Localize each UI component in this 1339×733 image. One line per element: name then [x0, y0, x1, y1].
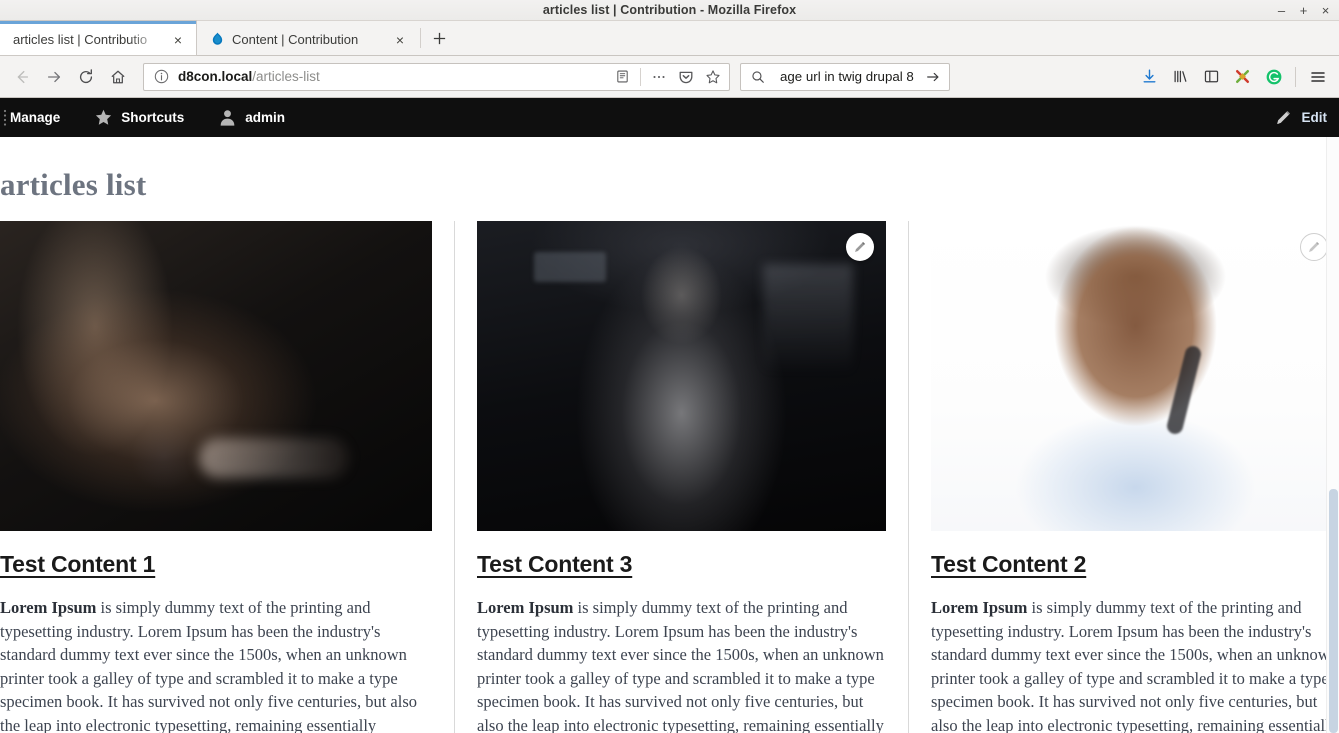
user-icon	[216, 107, 238, 129]
window-controls: – + ×	[1276, 0, 1331, 21]
contextual-edit-button[interactable]	[846, 233, 874, 261]
toolbar-divider	[1295, 66, 1296, 87]
reader-mode-icon[interactable]	[610, 65, 635, 89]
tab-close-icon[interactable]: ×	[390, 30, 410, 50]
admin-toolbar-label: Manage	[10, 110, 61, 125]
sidebar-icon[interactable]	[1197, 63, 1226, 91]
home-icon	[111, 70, 125, 83]
home-button[interactable]	[103, 62, 133, 92]
url-text[interactable]: d8con.local/articles-list	[178, 69, 610, 84]
ellipsis-icon[interactable]	[646, 65, 671, 89]
admin-toolbar-label: admin	[245, 110, 286, 125]
library-icon[interactable]	[1166, 63, 1195, 91]
download-arrow-icon[interactable]	[1135, 63, 1164, 91]
browser-tabstrip: articles list | Contributio × Content | …	[0, 21, 1339, 56]
browser-tab-content[interactable]: Content | Contribution ×	[196, 21, 418, 55]
hamburger-menu-icon[interactable]	[1303, 63, 1332, 91]
article-title-link[interactable]: Test Content 2	[931, 551, 1086, 578]
url-host: d8con.local	[178, 69, 253, 84]
browser-toolbar-actions	[1135, 63, 1332, 91]
tab-divider	[420, 28, 421, 48]
tab-label: Content | Contribution	[232, 32, 359, 47]
page-title: articles list	[0, 167, 147, 202]
article-card: Test Content 2 Lorem Ipsum is simply dum…	[908, 221, 1339, 733]
woman-headset-call-center-photo	[931, 221, 1339, 531]
article-body-text: is simply dummy text of the printing and…	[0, 598, 417, 733]
article-title-link[interactable]: Test Content 1	[0, 551, 155, 578]
tab-label: articles list | Contributio	[13, 32, 148, 47]
browser-navbar: d8con.local/articles-list age url in twi…	[0, 56, 1339, 98]
article-card: Test Content 3 Lorem Ipsum is simply dum…	[454, 221, 908, 733]
maximize-button[interactable]: +	[1298, 4, 1309, 17]
admin-toolbar-edit-button[interactable]: Edit	[1273, 107, 1328, 129]
article-image[interactable]	[477, 221, 886, 531]
drag-handle-icon[interactable]	[0, 108, 10, 128]
article-body-lead: Lorem Ipsum	[0, 598, 97, 617]
article-title-link[interactable]: Test Content 3	[477, 551, 632, 578]
grammarly-g-icon[interactable]	[1259, 63, 1288, 91]
woman-kettlebell-gym-photo	[0, 221, 432, 531]
vertical-scrollbar[interactable]	[1326, 137, 1339, 733]
tab-close-icon[interactable]: ×	[168, 30, 188, 50]
arrow-left-icon	[17, 70, 29, 83]
drupal-admin-toolbar: Manage Shortcuts admin Edit	[0, 98, 1339, 137]
url-bar[interactable]: d8con.local/articles-list	[143, 62, 730, 91]
info-circle-icon[interactable]	[153, 68, 170, 85]
pocket-icon[interactable]	[673, 65, 698, 89]
article-image[interactable]	[0, 221, 432, 531]
reload-button[interactable]	[71, 62, 101, 92]
admin-toolbar-item-admin[interactable]: admin	[198, 98, 299, 137]
page-content: articles list Test Content 1 Lorem Ipsum…	[0, 137, 1339, 733]
puzzle-x-icon[interactable]	[1228, 63, 1257, 91]
contextual-edit-button[interactable]	[1300, 233, 1328, 261]
articles-list: Test Content 1 Lorem Ipsum is simply dum…	[0, 221, 1339, 733]
article-body: Lorem Ipsum is simply dummy text of the …	[0, 596, 432, 733]
new-tab-button[interactable]	[423, 23, 455, 53]
search-go-icon[interactable]	[920, 65, 945, 89]
article-body: Lorem Ipsum is simply dummy text of the …	[477, 596, 886, 733]
pencil-icon	[1273, 107, 1295, 129]
plus-icon	[433, 32, 445, 44]
article-body-text: is simply dummy text of the printing and…	[477, 598, 884, 733]
browser-tab-articles-list[interactable]: articles list | Contributio ×	[0, 21, 196, 55]
reload-icon	[79, 68, 93, 83]
admin-toolbar-label: Shortcuts	[121, 110, 185, 125]
window-titlebar: articles list | Contribution - Mozilla F…	[0, 0, 1339, 21]
url-path: /articles-list	[252, 69, 320, 84]
man-shirtless-gym-photo	[477, 221, 886, 531]
article-card: Test Content 1 Lorem Ipsum is simply dum…	[0, 221, 454, 733]
url-bar-actions	[610, 65, 725, 89]
star-icon	[92, 107, 114, 129]
admin-toolbar-edit-label: Edit	[1301, 110, 1328, 125]
window-title: articles list | Contribution - Mozilla F…	[542, 3, 797, 17]
article-body: Lorem Ipsum is simply dummy text of the …	[931, 596, 1339, 733]
admin-toolbar-item-shortcuts[interactable]: Shortcuts	[74, 98, 198, 137]
admin-toolbar-left: Manage Shortcuts admin	[0, 98, 299, 137]
admin-toolbar-item-manage[interactable]: Manage	[10, 98, 74, 137]
pencil-icon	[852, 239, 868, 255]
search-icon	[749, 68, 766, 85]
forward-button[interactable]	[39, 62, 69, 92]
article-body-lead: Lorem Ipsum	[477, 598, 574, 617]
article-image[interactable]	[931, 221, 1339, 531]
star-icon[interactable]	[700, 65, 725, 89]
arrow-right-icon	[47, 71, 61, 82]
url-actions-divider	[640, 67, 641, 86]
drupal-drop-icon	[209, 32, 225, 48]
article-body-text: is simply dummy text of the printing and…	[931, 598, 1338, 733]
search-input[interactable]: age url in twig drupal 8	[780, 69, 916, 84]
search-bar[interactable]: age url in twig drupal 8	[740, 62, 950, 91]
close-window-button[interactable]: ×	[1320, 4, 1331, 17]
back-button[interactable]	[7, 62, 37, 92]
page-viewport: articles list Test Content 1 Lorem Ipsum…	[0, 137, 1339, 733]
minimize-button[interactable]: –	[1276, 4, 1287, 17]
scrollbar-thumb[interactable]	[1329, 489, 1338, 733]
article-body-lead: Lorem Ipsum	[931, 598, 1028, 617]
pencil-icon	[1306, 239, 1322, 255]
